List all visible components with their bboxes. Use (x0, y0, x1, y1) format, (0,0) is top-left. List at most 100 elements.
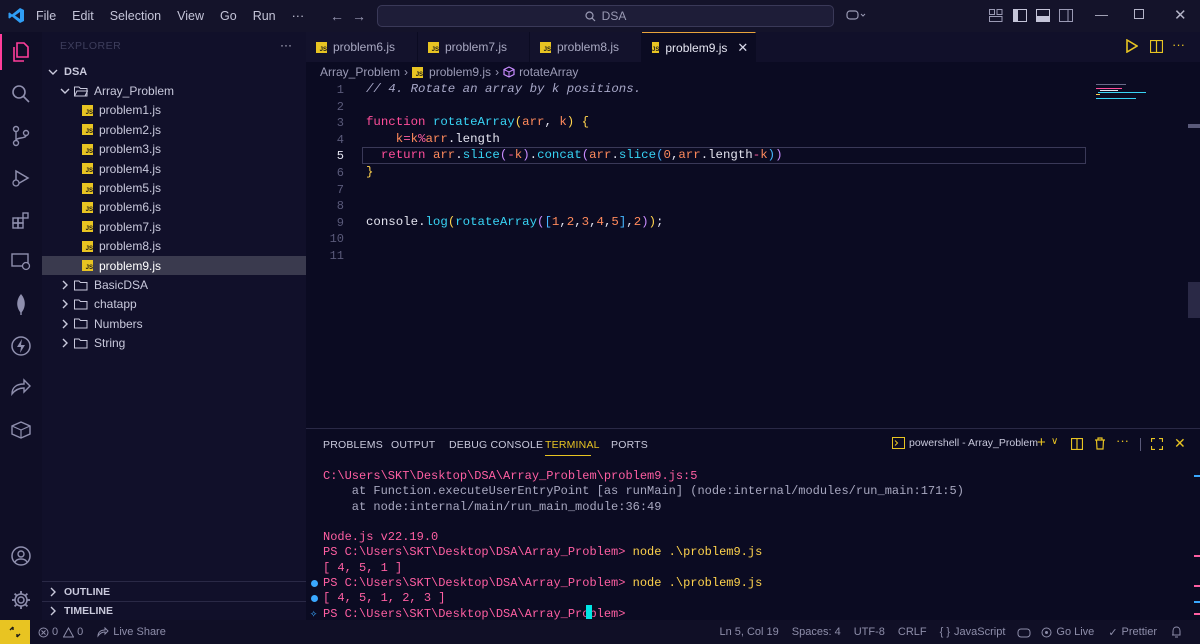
extensions-icon[interactable] (0, 200, 42, 240)
accounts-icon[interactable] (0, 536, 42, 576)
editor-scrollbar[interactable] (1188, 282, 1200, 318)
warning-count[interactable]: 0 (77, 626, 83, 638)
code-line-3: function rotateArray(arr, k) { (366, 115, 590, 129)
panel-tab-debug-console[interactable]: DEBUG CONSOLE (449, 439, 543, 451)
close-window-icon[interactable]: ✕ (1174, 6, 1187, 24)
code-line-4: k=k%arr.length (395, 131, 500, 146)
thunder-client-icon[interactable] (0, 326, 42, 366)
chevron-down-icon[interactable]: ∨ (1051, 436, 1058, 447)
braces-icon: { } (939, 626, 951, 638)
maximize-icon[interactable] (1134, 9, 1144, 19)
encoding[interactable]: UTF-8 (854, 626, 885, 638)
back-arrow-icon[interactable]: ← (330, 8, 344, 24)
timeline-section[interactable]: TIMELINE (42, 601, 306, 620)
outline-section[interactable]: OUTLINE (42, 582, 306, 601)
tree-file-item[interactable]: JS problem7.js (42, 217, 306, 236)
tree-file-item[interactable]: JS problem4.js (42, 159, 306, 178)
tab-problem9[interactable]: JS problem9.js ✕ (642, 32, 756, 62)
cursor-position[interactable]: Ln 5, Col 19 (719, 626, 778, 638)
command-decoration-icon[interactable] (311, 580, 318, 588)
settings-gear-icon[interactable] (0, 580, 42, 620)
tree-file-item[interactable]: JS problem6.js (42, 198, 306, 217)
tree-file-item[interactable]: JS problem1.js (42, 101, 306, 120)
maximize-panel-icon[interactable] (1151, 438, 1163, 450)
tree-file-item[interactable]: JS problem8.js (42, 237, 306, 256)
run-debug-icon[interactable] (0, 158, 42, 198)
code-line-9: console.log(rotateArray([1,2,3,4,5],2)); (366, 214, 664, 229)
command-decoration-icon[interactable] (311, 595, 318, 603)
panel-tab-terminal[interactable]: TERMINAL (545, 439, 600, 451)
indentation[interactable]: Spaces: 4 (792, 626, 841, 638)
new-terminal-icon[interactable]: + (1037, 434, 1046, 451)
error-count[interactable]: 0 (52, 626, 58, 638)
close-tab-icon[interactable]: ✕ (737, 40, 748, 56)
search-view-icon[interactable] (0, 74, 42, 114)
breadcrumb-symbol[interactable]: rotateArray (519, 65, 578, 79)
breadcrumb-file[interactable]: problem9.js (429, 65, 491, 79)
explorer-more-icon[interactable]: ··· (280, 38, 292, 52)
warning-icon[interactable] (63, 626, 75, 638)
tree-file-item[interactable]: JS problem9.js (42, 256, 306, 276)
tree-folder-item[interactable]: String (42, 334, 306, 353)
line-endings[interactable]: CRLF (898, 626, 927, 638)
line-number: 4 (336, 132, 344, 147)
tree-folder-array-problem[interactable]: Array_Problem (42, 81, 306, 100)
panel-more-icon[interactable]: ··· (1116, 433, 1129, 448)
mongodb-leaf-icon[interactable] (0, 284, 42, 324)
tree-file-item[interactable]: JS problem5.js (42, 178, 306, 197)
toggle-sidebar-icon[interactable] (1013, 9, 1027, 22)
terminal-output[interactable]: C:\Users\SKT\Desktop\DSA\Array_Problem\p… (310, 469, 1183, 622)
tab-problem7[interactable]: JS problem7.js (418, 32, 530, 62)
remote-explorer-icon[interactable] (0, 242, 42, 282)
tree-folder-item[interactable]: chatapp (42, 295, 306, 314)
menu-more[interactable]: ··· (284, 9, 313, 23)
customize-layout-icon[interactable] (989, 9, 1003, 22)
panel-tab-ports[interactable]: PORTS (611, 439, 648, 451)
split-terminal-icon[interactable] (1071, 438, 1083, 450)
trash-icon[interactable] (1094, 437, 1106, 450)
explorer-icon[interactable] (0, 32, 42, 72)
toggle-secondary-sidebar-icon[interactable] (1059, 9, 1073, 22)
tree-root-dsa[interactable]: DSA (42, 62, 306, 81)
menu-edit[interactable]: Edit (64, 9, 102, 23)
menu-run[interactable]: Run (245, 9, 284, 23)
panel-tab-output[interactable]: OUTPUT (391, 439, 435, 451)
live-share-icon[interactable] (0, 368, 42, 408)
notifications-bell-icon[interactable] (1171, 626, 1182, 638)
menu-go[interactable]: Go (212, 9, 245, 23)
folder-open-icon (74, 86, 88, 97)
menu-selection[interactable]: Selection (102, 9, 169, 23)
minimap[interactable] (1096, 82, 1186, 102)
close-panel-icon[interactable]: ✕ (1174, 435, 1186, 452)
command-center-search[interactable]: DSA (377, 5, 834, 27)
code-editor[interactable]: 1 2 3 4 5 6 7 8 9 10 11 // 4. Rotate an array by k… (306, 82, 1200, 426)
run-code-icon[interactable] (1126, 39, 1138, 53)
tree-file-item[interactable]: JS problem2.js (42, 120, 306, 139)
tree-folder-item[interactable]: BasicDSA (42, 275, 306, 294)
copilot-status-icon[interactable] (1017, 627, 1031, 638)
copilot-icon[interactable] (846, 8, 866, 22)
menu-view[interactable]: View (169, 9, 212, 23)
prettier-status[interactable]: Prettier (1122, 626, 1157, 638)
minimize-icon[interactable]: — (1095, 7, 1108, 22)
tab-problem8[interactable]: JS problem8.js (530, 32, 642, 62)
live-share-status[interactable]: Live Share (113, 626, 166, 638)
containers-icon[interactable] (0, 410, 42, 450)
terminal-scrollbar-markers (1192, 465, 1200, 615)
terminal-instance-selector[interactable]: powershell - Array_Problem (892, 437, 1038, 449)
tab-problem6[interactable]: JS problem6.js (306, 32, 418, 62)
split-editor-icon[interactable] (1150, 40, 1163, 53)
tree-file-item[interactable]: JS problem3.js (42, 140, 306, 159)
tree-folder-item[interactable]: Numbers (42, 314, 306, 333)
error-icon[interactable] (38, 627, 49, 638)
more-actions-icon[interactable]: ··· (1172, 37, 1185, 52)
source-control-icon[interactable] (0, 116, 42, 156)
toggle-panel-icon[interactable] (1036, 9, 1050, 22)
menu-file[interactable]: File (28, 9, 64, 23)
panel-tab-problems[interactable]: PROBLEMS (323, 439, 383, 451)
remote-indicator[interactable] (0, 620, 30, 644)
go-live-button[interactable]: Go Live (1056, 626, 1094, 638)
language-mode[interactable]: JavaScript (954, 626, 1005, 638)
breadcrumb-folder[interactable]: Array_Problem (320, 65, 400, 79)
forward-arrow-icon[interactable]: → (352, 8, 366, 24)
